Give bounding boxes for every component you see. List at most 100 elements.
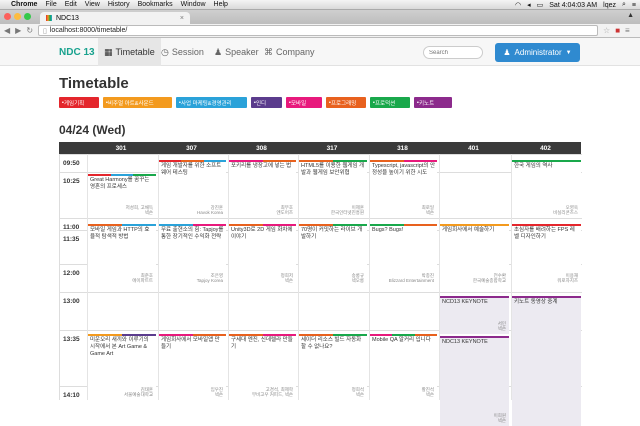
forward-icon[interactable]: ▶: [15, 26, 21, 35]
session-card[interactable]: Unity3D로 2D 게임 화차에 이야기정희저 넥슨: [229, 224, 296, 286]
brand-logo[interactable]: NDC 13: [59, 47, 95, 58]
session-company: 넥슨: [425, 392, 434, 397]
room-header: 307: [186, 144, 197, 152]
category-button[interactable]: ▪ 게임기획: [59, 97, 99, 108]
session-card[interactable]: Bugs? Bugs! 박종진 Blizzard Entertainment: [370, 224, 437, 286]
session-card[interactable]: 초심자를 배려하는 FPS 레벨 디자인하기 이용재 워로자지즈: [512, 224, 581, 286]
category-stripe: [159, 224, 193, 226]
session-title: HTML5를 이용한 웹게임 개발과 웹게임 보안위협: [301, 163, 365, 176]
nav-speaker[interactable]: ♟ Speaker: [208, 38, 265, 66]
session-speaker-info: 이제훈 한국인터넷진흥원: [331, 205, 364, 215]
session-card[interactable]: 키노트 동영상 중계: [512, 296, 581, 426]
list-icon[interactable]: ≡: [632, 2, 636, 9]
menu-icon[interactable]: ≡: [625, 26, 630, 35]
reload-icon[interactable]: ↻: [26, 26, 33, 35]
session-card[interactable]: 무료 출현소의 힘: Tapjoy를 통한 장기적인 수익화 전략 조은영 Tapj…: [159, 224, 226, 286]
session-card[interactable]: HTML5를 이용한 웹게임 개발과 웹게임 보안위협이제훈 한국인터넷진흥원: [299, 160, 367, 218]
menu-app[interactable]: Chrome: [11, 1, 37, 8]
app-navbar: NDC 13 ▦ Timetable ◷ Session ♟ Speaker ⌘…: [0, 38, 640, 66]
volume-icon[interactable]: ◂: [527, 1, 531, 9]
category-button[interactable]: ▪ 키노트: [414, 97, 452, 108]
session-title: Unity3D로 2D 게임 화차에 이야기: [231, 227, 293, 240]
room-header-row: 301 307 308 317 318 401 402: [59, 142, 581, 154]
zoom-window-icon[interactable]: [24, 13, 31, 20]
category-stripe: [192, 224, 226, 226]
session-card[interactable]: 포키리를 냉장고에 넣는 법 최무호 엔도어즈: [229, 160, 296, 218]
session-speaker-info: 저성희, 고채득 넥슨: [126, 205, 153, 215]
category-label: 프로그래밍: [330, 100, 357, 107]
session-card[interactable]: 세이더 리소스 빌드 자동화 할 수 없나요? 정희석 넥슨: [299, 334, 367, 400]
clock-time[interactable]: Sat 4:04:03 AM: [549, 2, 597, 9]
session-card[interactable]: NCD13 KEYNOTE 서민 넥슨: [440, 296, 509, 334]
clock-icon: ◷: [161, 46, 169, 57]
session-title: 미운오리 새끼와 이루기의 시작에서 본 Art Game & Game Art: [90, 337, 149, 357]
session-card[interactable]: NDC13 KEYNOTE 이희원 넥슨: [440, 336, 509, 426]
session-title: Mobile QA 알커리 입니다: [372, 337, 431, 343]
menu-bookmarks[interactable]: Bookmarks: [138, 1, 173, 8]
search-input[interactable]: [423, 46, 483, 59]
session-title: Bugs? Bugs!: [372, 227, 404, 233]
session-speaker-info: 임우진 넥슨: [211, 387, 223, 397]
nav-company[interactable]: ⌘ Company: [258, 38, 321, 66]
star-icon[interactable]: ☆: [603, 26, 610, 35]
back-icon[interactable]: ◀: [4, 26, 10, 35]
session-card[interactable]: Typescript, javascript의 안정성을 높이기 위한 시도 최로…: [370, 160, 437, 218]
battery-icon[interactable]: ▭: [537, 1, 544, 9]
session-title: 포키리를 냉장고에 넣는 법: [231, 163, 292, 169]
session-title: 게임 개발자를 위한 소프트웨어 테스팅: [161, 163, 222, 176]
session-card[interactable]: 미운오리 새끼와 이루기의 시작에서 본 Art Game & Game Art…: [88, 334, 156, 400]
menu-file[interactable]: File: [45, 1, 56, 8]
session-speaker-info: 고경석, 최제학 부비고우 커피드, 넥슨: [252, 387, 293, 397]
session-company: Tapjoy Korea: [196, 278, 223, 283]
category-button[interactable]: ▪ 모바일: [286, 97, 322, 108]
category-stripe: [159, 334, 193, 336]
close-window-icon[interactable]: [4, 13, 11, 20]
category-label: 인디: [255, 100, 267, 107]
menu-window[interactable]: Window: [181, 1, 206, 8]
admin-dropdown-button[interactable]: ♟ Administrator ▼: [495, 43, 580, 62]
category-stripe: [370, 334, 393, 336]
menubar-user[interactable]: lqez: [603, 2, 616, 9]
spotlight-icon[interactable]: ⌕: [622, 1, 626, 9]
time-label: 13:35: [63, 336, 80, 343]
profile-icon[interactable]: ▲: [627, 12, 634, 19]
extension-icon[interactable]: ■: [615, 26, 620, 35]
session-company: 한국인터넷진흥원: [330, 210, 364, 215]
category-button[interactable]: ▪ 프로덕션: [370, 97, 410, 108]
menu-history[interactable]: History: [108, 1, 130, 8]
category-stripe: [262, 160, 296, 162]
category-button[interactable]: ▪ 프로그래밍: [326, 97, 366, 108]
browser-tab[interactable]: NDC13 ×: [40, 12, 190, 24]
category-button[interactable]: ▪ 비주얼 아트&사운드: [103, 97, 172, 108]
nav-timetable[interactable]: ▦ Timetable: [98, 38, 161, 66]
session-card[interactable]: 구세대 엔진, 신데렐라 만들기 고경석, 최제학 부비고우 커피드, 넥슨: [229, 334, 296, 400]
session-card[interactable]: Mobile QA 알커리 입니다 황진석 넥슨: [370, 334, 437, 400]
category-stripe: [229, 224, 263, 226]
session-card[interactable]: 게임 개발자를 위한 소프트웨어 테스팅 강진훈 Havok Korea: [159, 160, 226, 218]
admin-label: Administrator: [514, 48, 562, 57]
room-header: 308: [256, 144, 267, 152]
nav-speaker-label: Speaker: [225, 47, 259, 57]
minimize-window-icon[interactable]: [14, 13, 21, 20]
nav-session[interactable]: ◷ Session: [155, 38, 210, 66]
address-bar[interactable]: ▯ localhost:8000/timetable/: [38, 25, 599, 36]
session-card[interactable]: Great Harmony를 꿈꾸는 영혼의 프로세스 저성희, 고채득 넥슨: [88, 174, 156, 218]
menu-help[interactable]: Help: [214, 1, 228, 8]
session-speaker-info: 정희저 넥슨: [281, 273, 293, 283]
wifi-icon[interactable]: ◠: [515, 1, 521, 9]
menu-view[interactable]: View: [85, 1, 100, 8]
menu-edit[interactable]: Edit: [65, 1, 77, 8]
session-card[interactable]: 한국 게임의 역사 오영욱 비실리콘즈스: [512, 160, 581, 218]
session-card[interactable]: 게임회사에서 모바일앱 만들기 임우진 넥슨: [159, 334, 226, 400]
tab-close-icon[interactable]: ×: [180, 15, 184, 22]
category-button[interactable]: ▪ 사업 마케팅&경영관리: [176, 97, 247, 108]
session-card[interactable]: 70명이 커밋하는 라이브 개발하기 송롱규 넥오롱: [299, 224, 367, 286]
session-card[interactable]: 게임회사에서 예술하기 전수환 한국예술종합학교: [440, 224, 509, 286]
category-button[interactable]: ▪ 인디: [251, 97, 282, 108]
room-header: 301: [115, 144, 127, 152]
session-card[interactable]: 모바일 게임과 HTTP의 효율적 탐색적 방법 최준호 에이파트트: [88, 224, 156, 286]
category-stripe: [440, 224, 509, 226]
category-stripe: [122, 224, 156, 226]
page-icon: ▯: [43, 27, 47, 35]
category-label: 사업 마케팅&경영관리: [180, 100, 232, 107]
